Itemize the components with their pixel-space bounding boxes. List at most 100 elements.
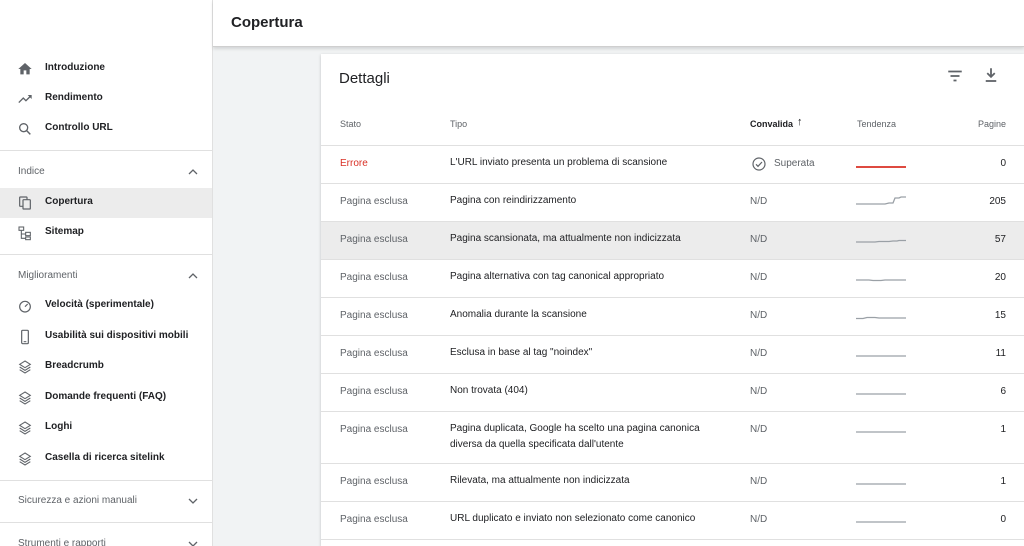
col-header-stato[interactable]: Stato: [340, 119, 361, 129]
table-row[interactable]: Pagina esclusa Pagina scansionata, ma at…: [321, 222, 1024, 260]
gauge-icon: [19, 300, 31, 313]
divider: [0, 254, 212, 255]
row-stato: Pagina esclusa: [340, 310, 408, 321]
col-header-tendenza[interactable]: Tendenza: [857, 119, 896, 129]
sidebar-item-usabilita-mobile[interactable]: Usabilità sui dispositivi mobili: [0, 322, 212, 352]
divider: [0, 480, 212, 481]
table-row[interactable]: Pagina esclusa Anomalia durante la scans…: [321, 298, 1024, 336]
layers-icon: [18, 360, 32, 374]
details-title: Dettagli: [339, 70, 390, 87]
trend-sparkline: [856, 279, 906, 282]
divider: [0, 522, 212, 523]
layers-icon: [18, 421, 32, 435]
table-row[interactable]: Pagina esclusa Rilevata, ma attualmente …: [321, 464, 1024, 502]
row-tipo: L'URL inviato presenta un problema di sc…: [450, 157, 668, 168]
row-pagine: 11: [995, 348, 1006, 359]
trend-sparkline: [856, 521, 906, 523]
row-convalida: N/D: [750, 310, 768, 321]
row-convalida: N/D: [750, 272, 768, 283]
row-pagine: 0: [1000, 514, 1006, 525]
row-pagine: 0: [1000, 158, 1006, 169]
sidebar: Introduzione Rendimento Controllo URL In…: [0, 0, 213, 546]
row-stato: Pagina esclusa: [340, 196, 408, 207]
row-stato: Pagina esclusa: [340, 476, 408, 487]
section-indice[interactable]: Indice: [0, 157, 212, 187]
row-tipo: Pagina alternativa con tag canonical app…: [450, 271, 665, 282]
row-convalida: Superata: [774, 158, 815, 169]
sidebar-item-controllo-url[interactable]: Controllo URL: [0, 114, 212, 144]
row-tipo: URL duplicato e inviato non selezionato …: [450, 513, 696, 524]
home-icon: [18, 63, 32, 75]
table-row[interactable]: Pagina esclusa Esclusa in base al tag "n…: [321, 336, 1024, 374]
filter-icon[interactable]: [946, 67, 964, 85]
row-pagine: 1: [1000, 424, 1006, 435]
row-stato: Pagina esclusa: [340, 234, 408, 245]
row-convalida: N/D: [750, 476, 768, 487]
row-stato: Pagina esclusa: [340, 348, 408, 359]
sidebar-item-sitemap[interactable]: Sitemap: [0, 218, 212, 248]
row-convalida: N/D: [750, 424, 768, 435]
sidebar-item-label: Usabilità sui dispositivi mobili: [45, 330, 189, 341]
sidebar-item-label: Casella di ricerca sitelink: [45, 452, 165, 463]
section-label: Indice: [18, 166, 45, 177]
row-convalida: N/D: [750, 514, 768, 525]
details-card: Dettagli Stato Tipo Convalida ↑ Tendenza…: [321, 54, 1024, 546]
sidebar-item-label: Copertura: [45, 196, 93, 207]
sidebar-item-label: Velocità (sperimentale): [45, 299, 154, 310]
layers-icon: [18, 391, 32, 405]
copy-icon: [19, 196, 31, 210]
trending-up-icon: [18, 95, 32, 103]
sitemap-icon: [18, 226, 31, 241]
table-row[interactable]: Pagina esclusa Pagina alternativa con ta…: [321, 260, 1024, 298]
table-row[interactable]: Pagina esclusa URL duplicato e inviato n…: [321, 502, 1024, 540]
sidebar-item-label: Rendimento: [45, 92, 103, 103]
sort-arrow-icon[interactable]: ↑: [797, 116, 803, 128]
section-miglioramenti[interactable]: Miglioramenti: [0, 261, 212, 291]
section-label: Sicurezza e azioni manuali: [18, 495, 137, 506]
trend-sparkline: [856, 483, 906, 485]
col-header-tipo[interactable]: Tipo: [450, 119, 467, 129]
sidebar-item-velocita[interactable]: Velocità (sperimentale): [0, 291, 212, 321]
section-strumenti[interactable]: Strumenti e rapporti: [0, 529, 212, 546]
sidebar-item-label: Controllo URL: [45, 122, 113, 133]
table-row[interactable]: Pagina esclusa Pagina duplicata, Google …: [321, 412, 1024, 464]
divider: [0, 150, 212, 151]
sidebar-item-loghi[interactable]: Loghi: [0, 413, 212, 443]
row-tipo: Rilevata, ma attualmente non indicizzata: [450, 475, 630, 486]
trend-sparkline: [856, 316, 906, 320]
row-tipo: Esclusa in base al tag "noindex": [450, 347, 593, 358]
trend-sparkline: [856, 239, 906, 243]
table-row[interactable]: Pagina esclusa Non trovata (404) N/D 6: [321, 374, 1024, 412]
row-stato: Pagina esclusa: [340, 386, 408, 397]
top-bar: Copertura: [213, 0, 1024, 47]
sidebar-item-label: Breadcrumb: [45, 360, 104, 371]
sidebar-item-breadcrumb[interactable]: Breadcrumb: [0, 352, 212, 382]
row-convalida: N/D: [750, 386, 768, 397]
sidebar-item-introduzione[interactable]: Introduzione: [0, 54, 212, 84]
row-stato: Pagina esclusa: [340, 424, 408, 435]
sidebar-item-faq[interactable]: Domande frequenti (FAQ): [0, 383, 212, 413]
row-tipo: Pagina con reindirizzamento: [450, 195, 577, 206]
download-icon[interactable]: [982, 66, 1000, 84]
sidebar-item-copertura[interactable]: Copertura: [0, 188, 212, 218]
row-tipo: Non trovata (404): [450, 385, 528, 396]
row-pagine: 1: [1000, 476, 1006, 487]
table-row[interactable]: Pagina esclusa Pagina con reindirizzamen…: [321, 184, 1024, 222]
trend-sparkline: [856, 355, 906, 357]
col-header-pagine[interactable]: Pagine: [978, 119, 1006, 129]
check-circle-icon: [752, 157, 766, 171]
section-label: Miglioramenti: [18, 270, 78, 281]
trend-sparkline: [856, 166, 906, 168]
section-sicurezza[interactable]: Sicurezza e azioni manuali: [0, 486, 212, 516]
row-convalida: N/D: [750, 348, 768, 359]
sidebar-item-label: Introduzione: [45, 62, 105, 73]
table-row[interactable]: Errore L'URL inviato presenta un problem…: [321, 146, 1024, 184]
chevron-down-icon: [188, 541, 198, 546]
search-icon: [18, 123, 31, 135]
sidebar-item-rendimento[interactable]: Rendimento: [0, 84, 212, 114]
sidebar-item-casella-ricerca[interactable]: Casella di ricerca sitelink: [0, 444, 212, 474]
row-pagine: 57: [994, 234, 1006, 245]
col-header-convalida[interactable]: Convalida: [750, 119, 793, 129]
row-tipo: Pagina duplicata, Google ha scelto una p…: [450, 423, 700, 434]
row-convalida: N/D: [750, 196, 768, 207]
